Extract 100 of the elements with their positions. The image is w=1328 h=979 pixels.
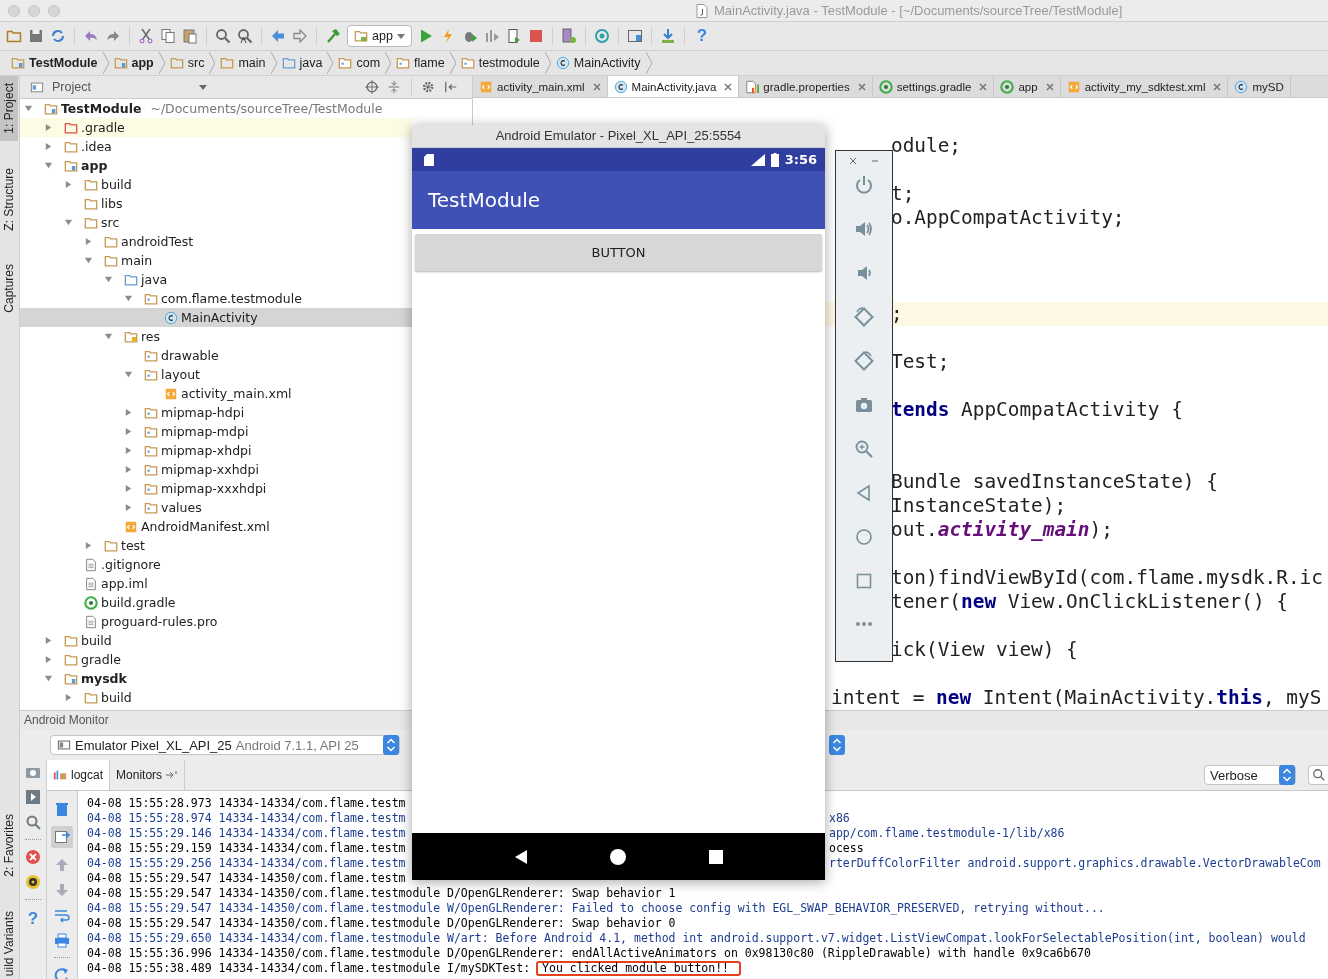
tree-item[interactable]: mysdk — [20, 669, 412, 688]
bars-icon[interactable] — [483, 28, 500, 44]
zoom-icon[interactable] — [854, 439, 874, 459]
tree-item[interactable]: build.gradle — [20, 593, 412, 612]
collapsed-arrow-icon[interactable] — [64, 693, 73, 702]
run-config-dropdown[interactable]: app — [347, 25, 412, 47]
tree-item[interactable]: gradle — [20, 650, 412, 669]
collapsed-arrow-icon[interactable] — [124, 465, 133, 474]
breadcrumb-item[interactable]: testmodule — [455, 56, 545, 70]
tree-item[interactable]: .gradle — [20, 118, 412, 137]
editor-tab[interactable]: activity_main.xml — [473, 76, 608, 97]
expanded-arrow-icon[interactable] — [24, 104, 33, 113]
expanded-arrow-icon[interactable] — [44, 161, 53, 170]
search-field[interactable] — [1308, 765, 1328, 785]
breadcrumb-item[interactable]: main — [215, 56, 271, 70]
volume-up-icon[interactable] — [854, 219, 874, 239]
tree-item[interactable]: mipmap-xhdpi — [20, 441, 412, 460]
more-icon[interactable] — [854, 621, 874, 627]
collapsed-arrow-icon[interactable] — [124, 503, 133, 512]
down-arrow-icon[interactable] — [54, 882, 70, 898]
stop-icon[interactable] — [527, 28, 544, 44]
collapsed-arrow-icon[interactable] — [44, 636, 53, 645]
forward-arrow-icon[interactable] — [292, 28, 308, 44]
expanded-arrow-icon[interactable] — [124, 294, 133, 303]
expanded-arrow-icon[interactable] — [124, 370, 133, 379]
caret-icon[interactable] — [198, 84, 207, 90]
save-icon[interactable] — [28, 28, 44, 44]
tree-item[interactable]: test — [20, 536, 412, 555]
hide-panel-icon[interactable] — [443, 80, 458, 94]
inspect-icon[interactable] — [25, 814, 41, 830]
tree-item[interactable]: build — [20, 631, 412, 650]
collapse-icon[interactable] — [386, 80, 401, 94]
breadcrumb-item[interactable]: app — [108, 56, 159, 70]
tree-item[interactable]: mipmap-xxxhdpi — [20, 479, 412, 498]
target-icon[interactable] — [364, 80, 379, 94]
tree-item[interactable]: .idea — [20, 137, 412, 156]
rotate-left-icon[interactable] — [854, 307, 874, 327]
tree-item[interactable]: mipmap-hdpi — [20, 403, 412, 422]
expanded-arrow-icon[interactable] — [64, 218, 73, 227]
collapsed-arrow-icon[interactable] — [84, 541, 93, 550]
close-icon[interactable] — [724, 82, 733, 91]
tree-item[interactable]: mipmap-mdpi — [20, 422, 412, 441]
breadcrumb-item[interactable]: flame — [391, 56, 450, 70]
wrap-icon[interactable] — [54, 907, 70, 923]
tree-item[interactable]: app.iml — [20, 574, 412, 593]
collapsed-arrow-icon[interactable] — [124, 427, 133, 436]
expanded-arrow-icon[interactable] — [104, 332, 113, 341]
tree-item[interactable]: proguard-rules.pro — [20, 612, 412, 631]
close-icon[interactable] — [592, 82, 601, 91]
device-dropdown[interactable]: Emulator Pixel_XL_API_25 Android 7.1.1, API 25 — [50, 735, 400, 755]
tree-item[interactable]: layout — [20, 365, 412, 384]
overview-icon[interactable] — [708, 848, 725, 865]
log-level-dropdown[interactable]: Verbose — [1204, 765, 1296, 785]
redo-icon[interactable] — [105, 28, 121, 44]
editor-tab[interactable]: app — [994, 76, 1061, 97]
tree-item[interactable]: res — [20, 327, 412, 346]
expanded-arrow-icon[interactable] — [104, 275, 113, 284]
tree-item[interactable]: main — [20, 251, 412, 270]
tree-item[interactable]: androidTest — [20, 232, 412, 251]
breadcrumb-item[interactable]: TestModule — [6, 56, 103, 70]
collapsed-arrow-icon[interactable] — [124, 484, 133, 493]
monitor-tab[interactable]: logcat — [47, 760, 111, 790]
error-icon[interactable] — [25, 849, 41, 865]
tree-item[interactable]: AndroidManifest.xml — [20, 517, 412, 536]
device-manager-icon[interactable] — [560, 28, 577, 44]
close-icon[interactable] — [1045, 82, 1054, 91]
print-icon[interactable] — [54, 932, 70, 948]
play-icon[interactable] — [25, 789, 41, 805]
breadcrumb-item[interactable]: MainActivity — [550, 56, 646, 70]
collapsed-arrow-icon[interactable] — [44, 655, 53, 664]
side-tab[interactable]: Z: Structure — [0, 160, 18, 238]
app-button[interactable]: BUTTON — [415, 234, 822, 271]
export-button[interactable] — [51, 826, 73, 848]
monitor-tab[interactable]: Monitors — [110, 760, 186, 790]
back-arrow-icon[interactable] — [270, 28, 286, 44]
tree-item[interactable]: build — [20, 175, 412, 194]
tree-item[interactable]: src — [20, 213, 412, 232]
tree-item[interactable]: libs — [20, 194, 412, 213]
collapsed-arrow-icon[interactable] — [124, 408, 133, 417]
project-structure-icon[interactable] — [626, 28, 643, 44]
tree-item[interactable]: mipmap-xxhdpi — [20, 460, 412, 479]
tree-item[interactable]: java — [20, 270, 412, 289]
rotate-right-icon[interactable] — [854, 351, 874, 371]
editor-tab[interactable]: settings.gradle — [872, 76, 995, 97]
editor-tab[interactable]: MainActivity.java — [607, 76, 740, 97]
device-icon[interactable] — [505, 28, 522, 44]
tree-item[interactable]: com.flame.testmodule — [20, 289, 412, 308]
search-icon[interactable] — [215, 28, 231, 44]
tree-item[interactable]: activity_main.xml — [20, 384, 412, 403]
tree-item[interactable]: build — [20, 688, 412, 707]
collapsed-arrow-icon[interactable] — [44, 123, 53, 132]
power-icon[interactable] — [854, 175, 874, 195]
tree-item[interactable]: drawable — [20, 346, 412, 365]
radiation-icon[interactable] — [25, 874, 41, 890]
scissors-icon[interactable] — [138, 28, 154, 44]
stepper-icon[interactable] — [829, 735, 845, 755]
tree-item[interactable]: app — [20, 156, 412, 175]
monitor-icon[interactable] — [593, 28, 610, 44]
copy-icon[interactable] — [160, 28, 176, 44]
home-icon[interactable] — [610, 848, 627, 865]
